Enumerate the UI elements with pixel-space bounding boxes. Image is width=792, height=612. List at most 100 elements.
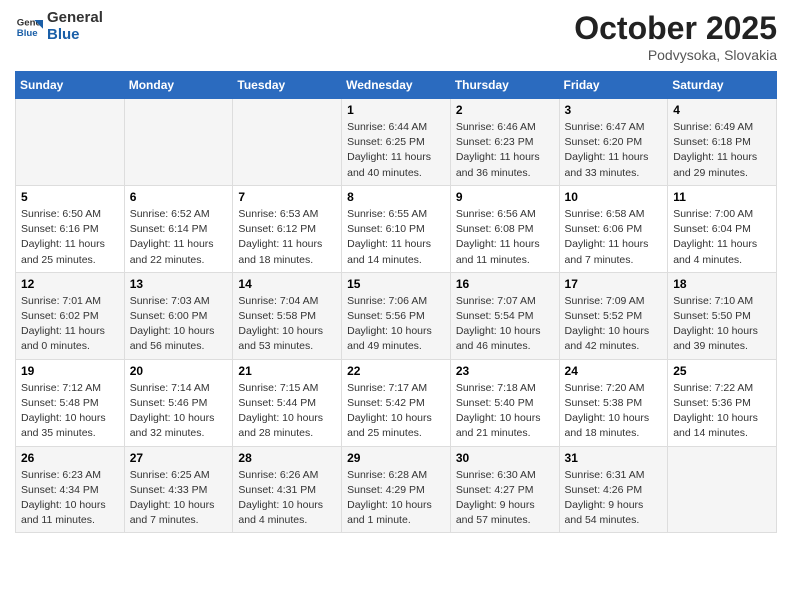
calendar-cell: 13Sunrise: 7:03 AMSunset: 6:00 PMDayligh… [124, 272, 233, 359]
day-info: Sunrise: 6:58 AMSunset: 6:06 PMDaylight:… [565, 207, 663, 268]
day-number: 15 [347, 277, 445, 291]
day-number: 19 [21, 364, 119, 378]
location: Podvysoka, Slovakia [574, 47, 777, 63]
day-number: 14 [238, 277, 336, 291]
calendar-cell: 22 Sunrise: 7:17 AMSunset: 5:42 PMDayligh… [342, 359, 451, 446]
day-number: 30 [456, 451, 554, 465]
day-info: Sunrise: 6:49 AMSunset: 6:18 PMDaylight:… [673, 120, 771, 181]
weekday-header: Wednesday [342, 72, 451, 99]
day-info: Sunrise: 6:52 AMSunset: 6:14 PMDaylight:… [130, 207, 228, 268]
calendar-cell: 14Sunrise: 7:04 AMSunset: 5:58 PMDayligh… [233, 272, 342, 359]
day-number: 2 [456, 103, 554, 117]
day-number: 4 [673, 103, 771, 117]
day-number: 10 [565, 190, 663, 204]
calendar-cell: 5 Sunrise: 6:50 AMSunset: 6:16 PMDaylight… [16, 185, 125, 272]
day-info: Sunrise: 6:25 AMSunset: 4:33 PMDaylight:… [130, 468, 228, 529]
day-number: 12 [21, 277, 119, 291]
calendar-cell: 24Sunrise: 7:20 AMSunset: 5:38 PMDayligh… [559, 359, 668, 446]
day-info: Sunrise: 6:28 AMSunset: 4:29 PMDaylight:… [347, 468, 445, 529]
weekday-header: Thursday [450, 72, 559, 99]
day-info: Sunrise: 6:30 AMSunset: 4:27 PMDaylight:… [456, 468, 554, 529]
day-number: 17 [565, 277, 663, 291]
day-info: Sunrise: 7:20 AMSunset: 5:38 PMDaylight:… [565, 381, 663, 442]
calendar-cell: 27Sunrise: 6:25 AMSunset: 4:33 PMDayligh… [124, 446, 233, 533]
calendar-week-row: 5 Sunrise: 6:50 AMSunset: 6:16 PMDaylight… [16, 185, 777, 272]
title-block: October 2025 Podvysoka, Slovakia [574, 10, 777, 63]
logo-line2: Blue [47, 27, 103, 44]
day-number: 20 [130, 364, 228, 378]
day-info: Sunrise: 7:15 AMSunset: 5:44 PMDaylight:… [238, 381, 336, 442]
day-info: Sunrise: 7:01 AMSunset: 6:02 PMDaylight:… [21, 294, 119, 355]
calendar-cell: 2 Sunrise: 6:46 AMSunset: 6:23 PMDaylight… [450, 99, 559, 186]
calendar-cell: 10 Sunrise: 6:58 AMSunset: 6:06 PMDayligh… [559, 185, 668, 272]
day-info: Sunrise: 7:22 AMSunset: 5:36 PMDaylight:… [673, 381, 771, 442]
page-header: General Blue General Blue October 2025 P… [15, 10, 777, 63]
calendar-cell: 23Sunrise: 7:18 AMSunset: 5:40 PMDayligh… [450, 359, 559, 446]
day-info: Sunrise: 7:00 AMSunset: 6:04 PMDaylight:… [673, 207, 771, 268]
month-title: October 2025 [574, 10, 777, 47]
day-info: Sunrise: 6:46 AMSunset: 6:23 PMDaylight:… [456, 120, 554, 181]
day-info: Sunrise: 6:55 AMSunset: 6:10 PMDaylight:… [347, 207, 445, 268]
calendar-cell: 25Sunrise: 7:22 AMSunset: 5:36 PMDayligh… [668, 359, 777, 446]
day-info: Sunrise: 6:47 AMSunset: 6:20 PMDaylight:… [565, 120, 663, 181]
day-info: Sunrise: 7:07 AMSunset: 5:54 PMDaylight:… [456, 294, 554, 355]
calendar-cell: 7 Sunrise: 6:53 AMSunset: 6:12 PMDaylight… [233, 185, 342, 272]
calendar-cell: 29 Sunrise: 6:28 AMSunset: 4:29 PMDayligh… [342, 446, 451, 533]
calendar-cell: 18 Sunrise: 7:10 AMSunset: 5:50 PMDayligh… [668, 272, 777, 359]
weekday-header-row: SundayMondayTuesdayWednesdayThursdayFrid… [16, 72, 777, 99]
day-number: 13 [130, 277, 228, 291]
day-number: 5 [21, 190, 119, 204]
day-info: Sunrise: 7:09 AMSunset: 5:52 PMDaylight:… [565, 294, 663, 355]
calendar-cell: 8 Sunrise: 6:55 AMSunset: 6:10 PMDaylight… [342, 185, 451, 272]
calendar-week-row: 26 Sunrise: 6:23 AMSunset: 4:34 PMDayligh… [16, 446, 777, 533]
day-info: Sunrise: 7:06 AMSunset: 5:56 PMDaylight:… [347, 294, 445, 355]
day-number: 16 [456, 277, 554, 291]
svg-text:Blue: Blue [17, 27, 38, 38]
day-number: 29 [347, 451, 445, 465]
day-number: 9 [456, 190, 554, 204]
day-number: 28 [238, 451, 336, 465]
calendar-cell [233, 99, 342, 186]
day-info: Sunrise: 6:23 AMSunset: 4:34 PMDaylight:… [21, 468, 119, 529]
day-info: Sunrise: 7:10 AMSunset: 5:50 PMDaylight:… [673, 294, 771, 355]
day-info: Sunrise: 7:17 AMSunset: 5:42 PMDaylight:… [347, 381, 445, 442]
day-number: 6 [130, 190, 228, 204]
logo-icon: General Blue [15, 13, 43, 41]
day-info: Sunrise: 6:56 AMSunset: 6:08 PMDaylight:… [456, 207, 554, 268]
day-number: 23 [456, 364, 554, 378]
calendar-cell: 20 Sunrise: 7:14 AMSunset: 5:46 PMDayligh… [124, 359, 233, 446]
calendar-cell: 4 Sunrise: 6:49 AMSunset: 6:18 PMDaylight… [668, 99, 777, 186]
day-number: 26 [21, 451, 119, 465]
calendar-week-row: 19Sunrise: 7:12 AMSunset: 5:48 PMDayligh… [16, 359, 777, 446]
logo: General Blue General Blue [15, 10, 103, 43]
calendar-cell: 17 Sunrise: 7:09 AMSunset: 5:52 PMDayligh… [559, 272, 668, 359]
weekday-header: Sunday [16, 72, 125, 99]
calendar-cell: 21 Sunrise: 7:15 AMSunset: 5:44 PMDayligh… [233, 359, 342, 446]
day-number: 18 [673, 277, 771, 291]
day-info: Sunrise: 6:44 AMSunset: 6:25 PMDaylight:… [347, 120, 445, 181]
calendar-cell: 6 Sunrise: 6:52 AMSunset: 6:14 PMDaylight… [124, 185, 233, 272]
calendar-cell: 9 Sunrise: 6:56 AMSunset: 6:08 PMDaylight… [450, 185, 559, 272]
calendar-cell: 28 Sunrise: 6:26 AMSunset: 4:31 PMDayligh… [233, 446, 342, 533]
weekday-header: Tuesday [233, 72, 342, 99]
calendar-cell [124, 99, 233, 186]
calendar-cell: 19Sunrise: 7:12 AMSunset: 5:48 PMDayligh… [16, 359, 125, 446]
weekday-header: Monday [124, 72, 233, 99]
logo-line1: General [47, 10, 103, 27]
calendar-cell: 30 Sunrise: 6:30 AMSunset: 4:27 PMDayligh… [450, 446, 559, 533]
weekday-header: Saturday [668, 72, 777, 99]
calendar-cell: 15 Sunrise: 7:06 AMSunset: 5:56 PMDayligh… [342, 272, 451, 359]
day-info: Sunrise: 7:14 AMSunset: 5:46 PMDaylight:… [130, 381, 228, 442]
day-number: 22 [347, 364, 445, 378]
day-info: Sunrise: 6:50 AMSunset: 6:16 PMDaylight:… [21, 207, 119, 268]
calendar-week-row: 12 Sunrise: 7:01 AMSunset: 6:02 PMDayligh… [16, 272, 777, 359]
day-info: Sunrise: 6:53 AMSunset: 6:12 PMDaylight:… [238, 207, 336, 268]
day-number: 8 [347, 190, 445, 204]
weekday-header: Friday [559, 72, 668, 99]
calendar-table: SundayMondayTuesdayWednesdayThursdayFrid… [15, 71, 777, 533]
day-number: 7 [238, 190, 336, 204]
day-info: Sunrise: 6:26 AMSunset: 4:31 PMDaylight:… [238, 468, 336, 529]
calendar-week-row: 1Sunrise: 6:44 AMSunset: 6:25 PMDaylight… [16, 99, 777, 186]
day-number: 11 [673, 190, 771, 204]
day-number: 21 [238, 364, 336, 378]
